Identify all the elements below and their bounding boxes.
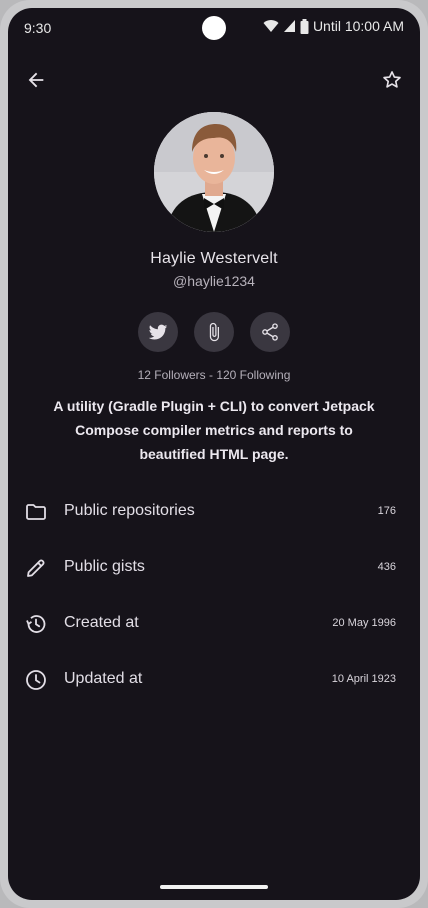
- row-updated-at[interactable]: Updated at 10 April 1923: [8, 652, 420, 708]
- share-button[interactable]: [250, 312, 290, 352]
- twitter-button[interactable]: [138, 312, 178, 352]
- avatar-image: [154, 112, 274, 232]
- history-icon: [26, 615, 46, 633]
- twitter-icon: [148, 324, 168, 340]
- camera-cutout: [202, 16, 226, 40]
- home-indicator[interactable]: [160, 885, 268, 889]
- profile-bio: A utility (Gradle Plugin + CLI) to conve…: [53, 398, 375, 462]
- screen: 9:30 Until 10:00 AM Haylie Westervelt @h…: [8, 8, 420, 900]
- status-bar: 9:30 Until 10:00 AM: [8, 8, 420, 48]
- star-outline-icon: [383, 71, 401, 88]
- top-app-bar: [8, 64, 420, 96]
- folder-icon: [26, 504, 46, 520]
- pencil-icon: [27, 559, 45, 577]
- row-public-gists[interactable]: Public gists 436: [8, 540, 420, 596]
- row-value: 10 April 1923: [331, 673, 396, 685]
- signal-icon: [283, 20, 295, 32]
- favorite-button[interactable]: [376, 64, 408, 96]
- row-value: 436: [377, 561, 396, 573]
- attachment-button[interactable]: [194, 312, 234, 352]
- row-value: 20 May 1996: [332, 617, 396, 629]
- row-public-repositories[interactable]: Public repositories 176: [8, 484, 420, 540]
- status-time: 9:30: [24, 20, 52, 36]
- followers-count: 12 Followers - 120 Following: [137, 368, 291, 382]
- row-label: Public gists: [64, 558, 145, 575]
- status-icons: Until 10:00 AM: [263, 18, 404, 34]
- clock-icon: [26, 670, 46, 690]
- status-until-text: Until 10:00 AM: [312, 18, 404, 34]
- device-frame: 9:30 Until 10:00 AM Haylie Westervelt @h…: [0, 0, 428, 908]
- battery-icon: [300, 18, 309, 34]
- profile-name: Haylie Westervelt: [150, 250, 278, 267]
- row-label: Created at: [64, 614, 139, 631]
- wifi-icon: [263, 20, 279, 32]
- paperclip-icon: [209, 322, 219, 342]
- row-value: 176: [377, 505, 396, 517]
- row-label: Updated at: [64, 670, 143, 687]
- arrow-back-icon: [28, 72, 44, 88]
- row-created-at[interactable]: Created at 20 May 1996: [8, 596, 420, 652]
- row-label: Public repositories: [64, 502, 195, 519]
- profile-handle: @haylie1234: [173, 273, 255, 289]
- social-links: [138, 312, 290, 352]
- share-icon: [262, 323, 278, 341]
- avatar: [154, 112, 274, 232]
- back-button[interactable]: [20, 64, 52, 96]
